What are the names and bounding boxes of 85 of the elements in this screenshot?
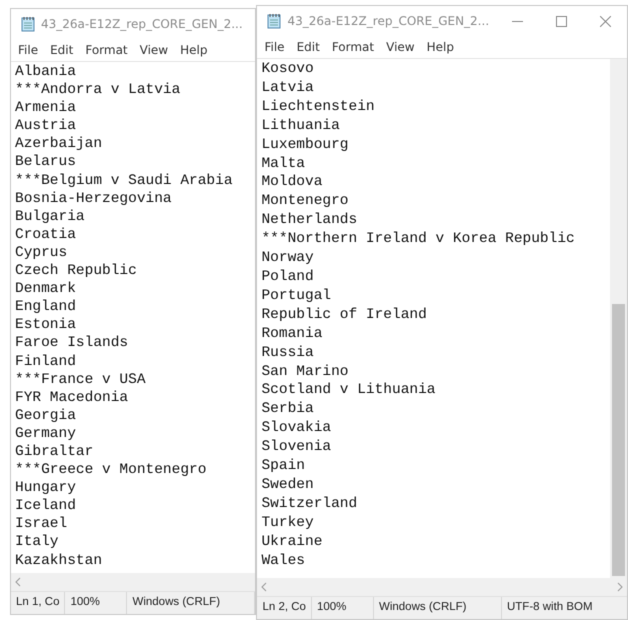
text-line: ***Greece v Montenegro	[15, 461, 208, 480]
text-line: Turkey	[261, 514, 315, 533]
text-line: Hungary	[15, 479, 77, 498]
text-line: Slovenia	[261, 438, 332, 458]
text-line: Serbia	[261, 400, 315, 420]
text-line: Republic of Ireland	[261, 306, 428, 325]
text-line: San Marino	[261, 362, 350, 382]
close-icon	[600, 16, 611, 26]
text-line: Latvia	[261, 78, 315, 98]
text-line: Montenegro	[261, 192, 350, 212]
text-line: Sweden	[261, 476, 315, 495]
text-line: Luxembourg	[261, 136, 350, 155]
vertical-scrollbar[interactable]	[610, 59, 628, 578]
text-line: Bosnia-Herzegovina	[15, 190, 173, 208]
text-line: Faroe Islands	[15, 334, 130, 352]
window-title: 43_26a-E12Z_rep_CORE_GEN_2...	[41, 17, 244, 31]
text-line: Liechtenstein	[261, 98, 376, 117]
text-line: ***Belgium v Saudi Arabia	[15, 172, 234, 190]
text-line: Gibraltar	[15, 442, 94, 462]
text-line: Poland	[261, 268, 315, 287]
menu-item[interactable]: Edit	[45, 43, 80, 57]
status-item: Ln 1, Co	[11, 592, 66, 614]
text-line: Armenia	[15, 99, 77, 118]
text-line: Belarus	[15, 153, 77, 172]
text-line: Bulgaria	[15, 208, 86, 226]
status-item: 100%	[312, 597, 374, 619]
text-line: Czech Republic	[15, 262, 138, 280]
text-line: Albania	[15, 63, 77, 82]
text-line: Ukraine	[261, 532, 324, 552]
text-line: Austria	[15, 117, 77, 136]
text-line: Lithuania	[261, 116, 341, 136]
text-line: ***France v USA	[15, 370, 147, 389]
menu-item[interactable]: Edit	[292, 40, 327, 54]
text-line: Italy	[15, 533, 60, 552]
text-line: England	[15, 298, 77, 316]
horizontal-scrollbar[interactable]	[11, 573, 256, 591]
text-line: Kosovo	[261, 60, 315, 79]
status-item: UTF-8 with BOM	[506, 600, 594, 615]
text-line: Romania	[261, 324, 324, 344]
text-line: Azerbaijan	[15, 135, 104, 154]
scroll-left-icon[interactable]	[15, 577, 21, 587]
scroll-right-icon[interactable]	[617, 582, 624, 592]
notepad-icon	[267, 13, 282, 29]
text-line: Portugal	[261, 286, 332, 306]
maximize-icon	[556, 16, 567, 26]
text-line: Israel	[15, 515, 68, 534]
menu-item[interactable]: File	[259, 40, 292, 54]
notepad-icon	[21, 16, 35, 32]
scroll-left-icon[interactable]	[261, 582, 268, 592]
horizontal-scrollbar[interactable]	[257, 578, 628, 596]
text-line: FYR Macedonia	[15, 388, 130, 407]
menu-item[interactable]: Help	[422, 40, 461, 54]
menu-item[interactable]: View	[381, 40, 422, 54]
text-line: Scotland v Lithuania	[261, 381, 437, 400]
text-line: Switzerland	[261, 494, 358, 514]
text-line: Cyprus	[15, 244, 68, 262]
text-line: Georgia	[15, 406, 77, 425]
status-item: 100%	[65, 592, 128, 614]
text-line: ***Northern Ireland v Korea Republic	[261, 230, 576, 250]
text-line: Finland	[15, 352, 77, 371]
text-line: Russia	[261, 344, 315, 362]
window-title: 43_26a-E12Z_rep_CORE_GEN_2...	[287, 14, 490, 28]
text-line: Moldova	[261, 173, 324, 192]
text-line: Denmark	[15, 280, 77, 298]
status-item: Ln 2, Co	[257, 597, 312, 619]
text-line: Estonia	[15, 316, 77, 334]
text-line: ***Andorra v Latvia	[15, 81, 182, 100]
status-item: Windows (CRLF)	[127, 592, 256, 614]
scrollbar-thumb[interactable]	[612, 304, 626, 576]
menu-item[interactable]: Format	[80, 43, 135, 57]
text-line: Slovakia	[261, 419, 332, 438]
text-line: Iceland	[15, 497, 77, 516]
text-line: Kazakhstan	[15, 552, 104, 570]
text-line: Croatia	[15, 226, 77, 244]
text-line: Malta	[261, 154, 306, 174]
menu-item[interactable]: Format	[326, 40, 382, 54]
menu-item[interactable]: View	[134, 43, 176, 57]
text-line: Spain	[261, 457, 306, 476]
text-line: Wales	[261, 552, 306, 570]
text-line: Norway	[261, 249, 315, 268]
menu-item[interactable]: Help	[175, 43, 214, 57]
text-line: Netherlands	[261, 211, 358, 230]
text-line: Germany	[15, 424, 77, 443]
menu-item[interactable]: File	[13, 43, 46, 57]
status-item: Windows (CRLF)	[374, 597, 502, 619]
